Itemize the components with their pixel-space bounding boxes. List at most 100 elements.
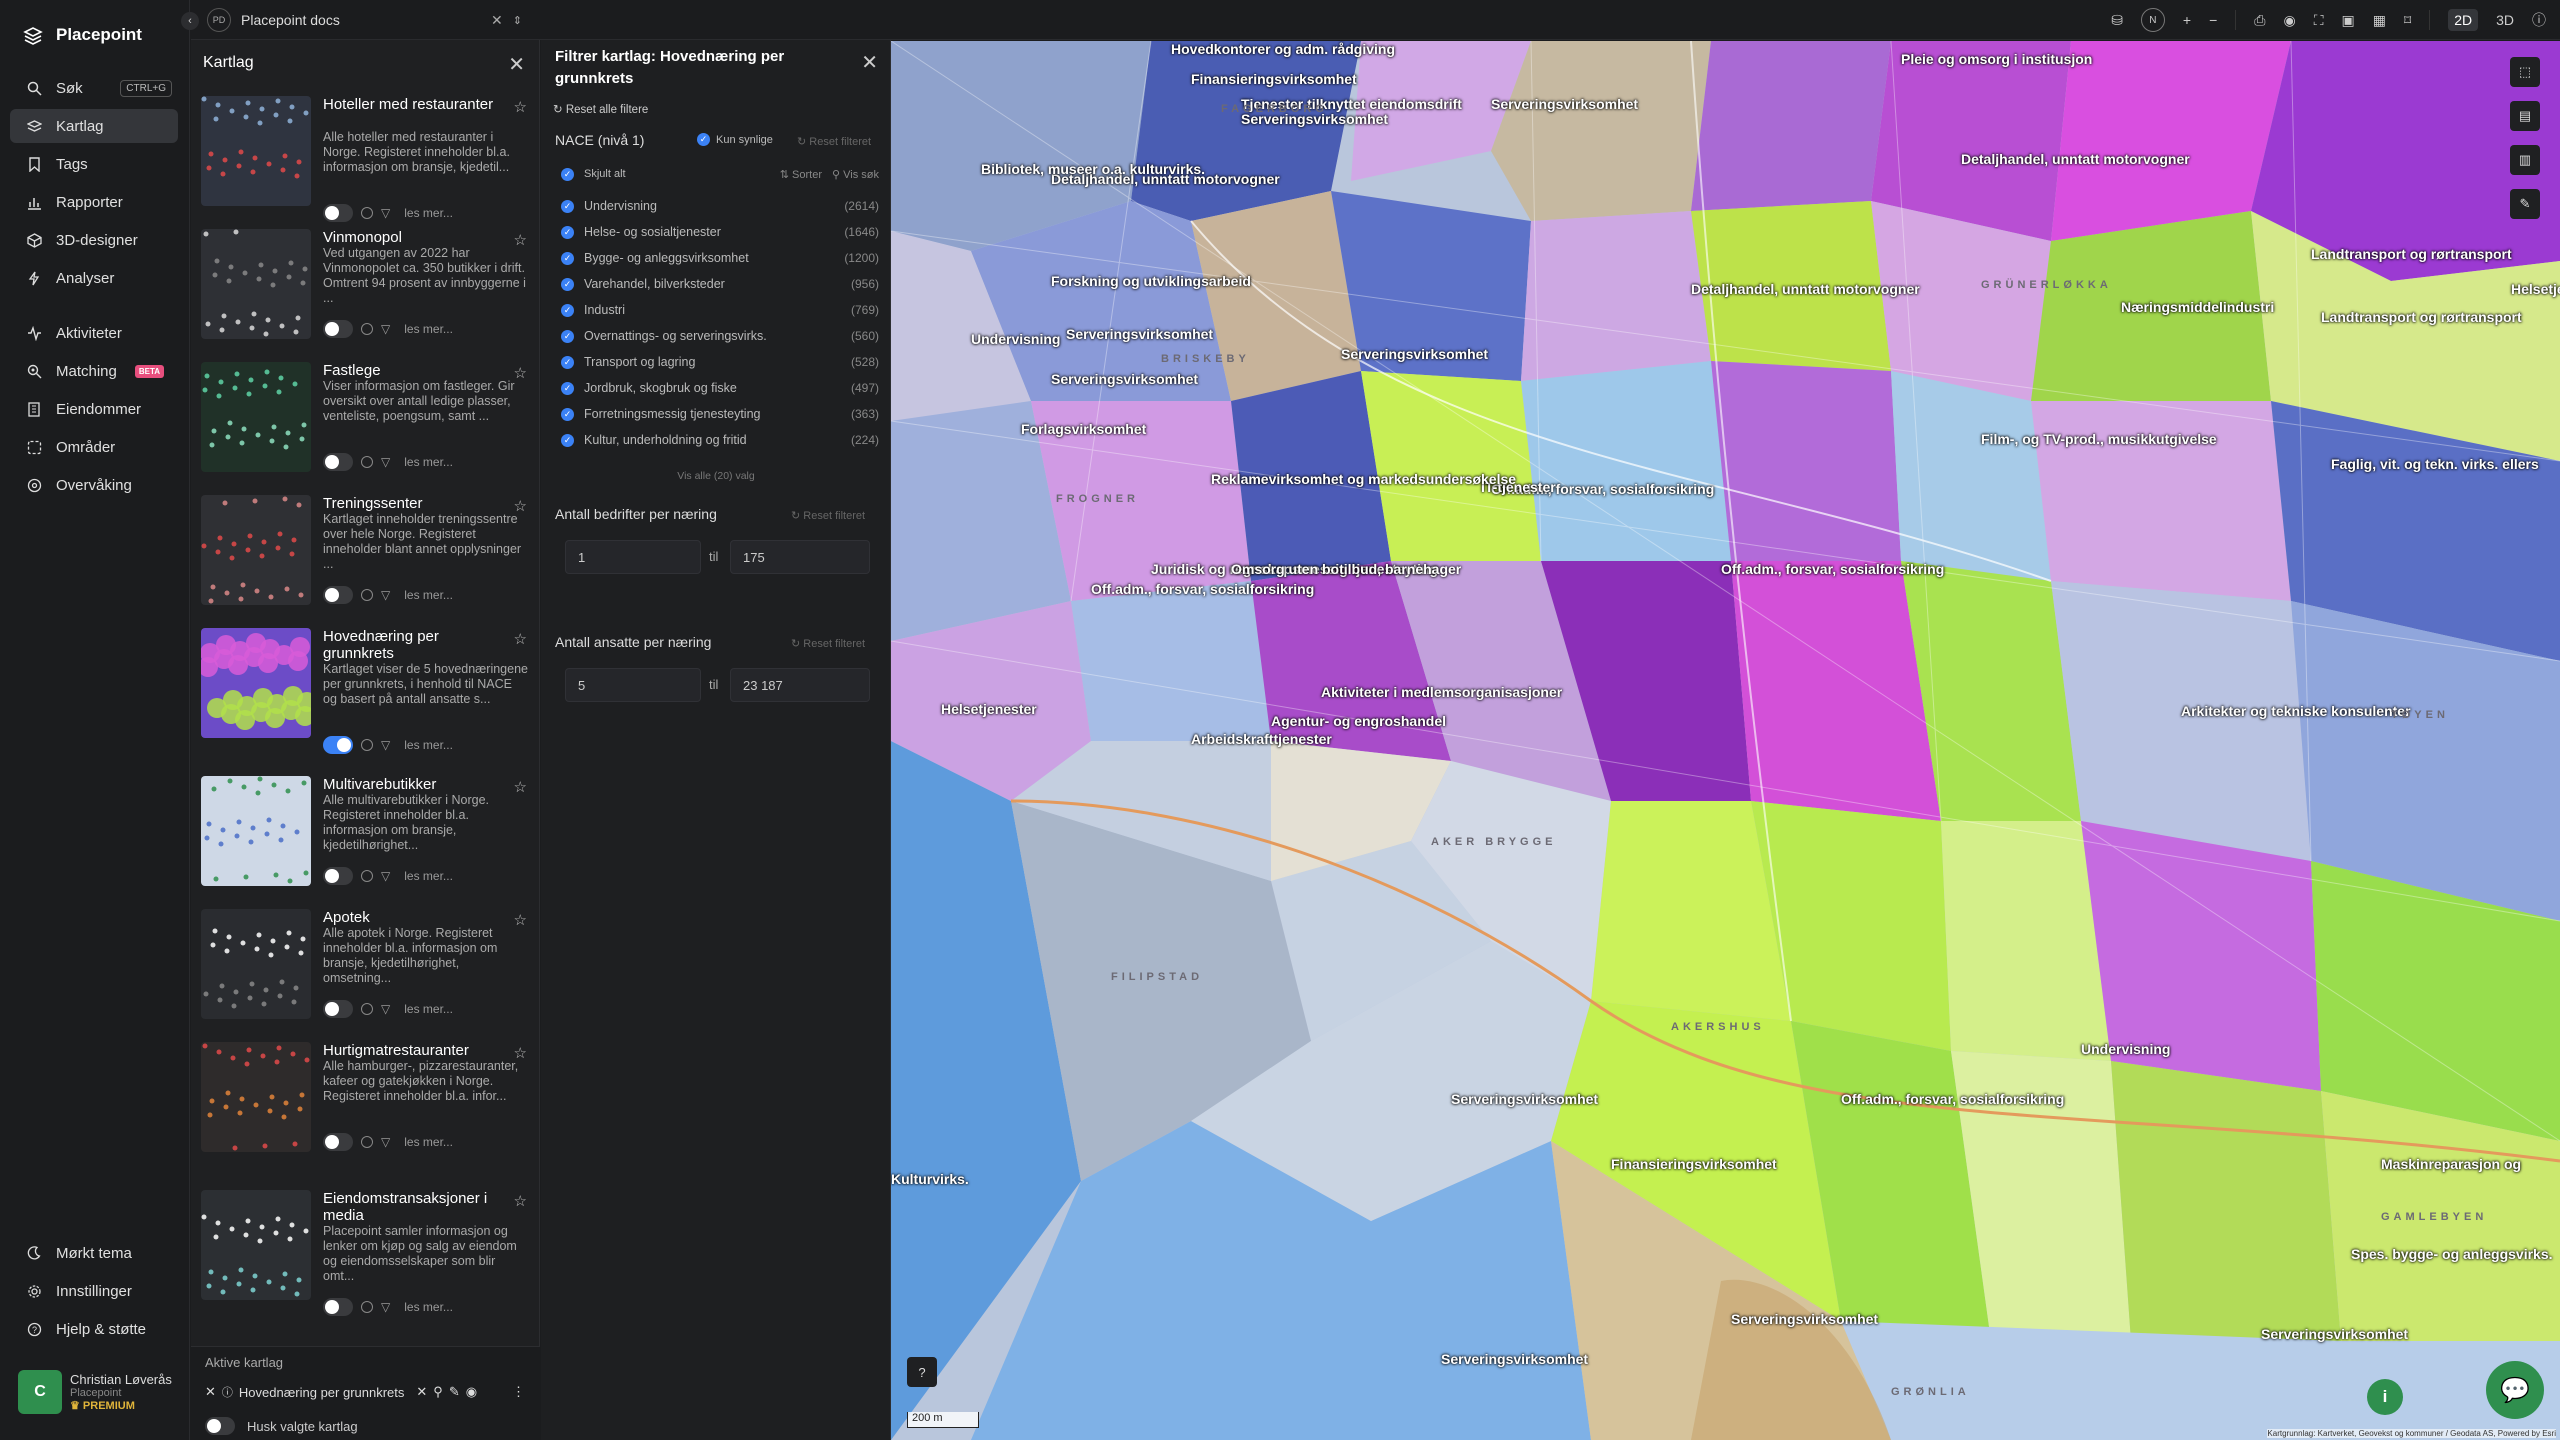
layer-toggle[interactable] [323, 204, 353, 222]
filter-icon[interactable]: ▽ [381, 1135, 390, 1149]
nace-option[interactable]: ✓ Helse- og sosialtjenester (1646) [561, 220, 879, 244]
nav-item-search[interactable]: Søk CTRL+G [10, 71, 178, 105]
nace-option[interactable]: ✓ Forretningsmessig tjenesteyting (363) [561, 402, 879, 426]
layers-map-icon[interactable]: ⬚ [2510, 57, 2540, 87]
layer-thumbnail[interactable] [201, 1190, 311, 1300]
info-fab[interactable]: i [2367, 1379, 2403, 1415]
nace-option[interactable]: ✓ Bygge- og anleggsvirksomhet (1200) [561, 246, 879, 270]
nav-item-tags[interactable]: Tags [10, 147, 178, 181]
nace-option[interactable]: ✓ Overnattings- og serveringsvirks. (560) [561, 324, 879, 348]
companies-from-input[interactable]: 1 [565, 540, 701, 574]
read-more-link[interactable]: les mer... [404, 1002, 453, 1016]
read-more-link[interactable]: les mer... [404, 206, 453, 220]
read-more-link[interactable]: les mer... [404, 1135, 453, 1149]
layer-toggle[interactable] [323, 586, 353, 604]
layer-thumbnail[interactable] [201, 776, 311, 886]
star-icon[interactable]: ☆ [514, 98, 527, 116]
employees-from-input[interactable]: 5 [565, 668, 701, 702]
star-icon[interactable]: ☆ [514, 1192, 527, 1210]
close-icon[interactable]: ✕ [861, 50, 878, 75]
close-icon[interactable]: ✕ [508, 52, 525, 77]
read-more-link[interactable]: les mer... [404, 1300, 453, 1314]
filter-icon[interactable]: ▽ [381, 455, 390, 469]
layer-toggle[interactable] [323, 320, 353, 338]
filter-icon[interactable]: ▽ [381, 869, 390, 883]
layer-thumbnail[interactable] [201, 628, 311, 738]
filter-icon[interactable]: ▽ [381, 1300, 390, 1314]
read-more-link[interactable]: les mer... [404, 588, 453, 602]
info-icon[interactable] [361, 1136, 373, 1148]
print-icon[interactable]: ⎙ [2254, 12, 2265, 29]
edit-icon[interactable]: ✎ [449, 1384, 460, 1400]
close-icon[interactable]: ✕ [205, 1384, 216, 1400]
filter-icon[interactable]: ▽ [381, 738, 390, 752]
read-more-link[interactable]: les mer... [404, 869, 453, 883]
nace-option[interactable]: ✓ Industri (769) [561, 298, 879, 322]
show-all-button[interactable]: Vis alle (20) valg [541, 470, 891, 482]
draw-icon[interactable]: ✎ [2510, 189, 2540, 219]
collapse-nav-icon[interactable]: ‹ [181, 12, 199, 30]
nav-item-kartlag[interactable]: Kartlag [10, 109, 178, 143]
zoom-in-icon[interactable]: + [2183, 12, 2191, 28]
measure-icon[interactable]: ▤ [2510, 101, 2540, 131]
info-icon[interactable] [361, 1003, 373, 1015]
reset-all-button[interactable]: ↻ Reset alle filtere [553, 102, 648, 116]
info-icon[interactable] [361, 739, 373, 751]
compass-button[interactable]: N [2140, 8, 2165, 32]
visibility-icon[interactable]: ◉ [466, 1384, 477, 1400]
camera-icon[interactable]: ▣ [2342, 12, 2355, 29]
nace-option[interactable]: ✓ Jordbruk, skogbruk og fiske (497) [561, 376, 879, 400]
star-icon[interactable]: ☆ [514, 231, 527, 249]
info-icon[interactable]: ⓘ [222, 1384, 233, 1400]
eye-icon[interactable]: ◉ [2284, 12, 2296, 29]
mode-2d-button[interactable]: 2D [2448, 9, 2479, 31]
layer-thumbnail[interactable] [201, 1042, 311, 1152]
fullscreen-icon[interactable]: ⛶ [2314, 12, 2324, 29]
layer-toggle[interactable] [323, 1133, 353, 1151]
reset-filter-button[interactable]: ↻ Reset filteret [791, 509, 865, 522]
employees-to-input[interactable]: 23 187 [730, 668, 870, 702]
more-icon[interactable]: ⋮ [512, 1384, 525, 1400]
nav-item-dark-theme[interactable]: Mørkt tema [10, 1236, 178, 1270]
bookmark-toolbar-icon[interactable]: ⌑ [2404, 12, 2411, 29]
star-icon[interactable]: ☆ [514, 911, 527, 929]
chart-map-icon[interactable]: ▥ [2510, 145, 2540, 175]
star-icon[interactable]: ☆ [514, 630, 527, 648]
layer-thumbnail[interactable] [201, 96, 311, 206]
nav-item-help[interactable]: ? Hjelp & støtte [10, 1312, 178, 1346]
sort-button[interactable]: ⇅ Sorter [780, 168, 822, 181]
map-canvas[interactable]: Hovedkontorer og adm. rådgiving Finansier… [891, 41, 2560, 1440]
filter-icon[interactable]: ▽ [381, 588, 390, 602]
nav-item-omrader[interactable]: Områder [10, 430, 178, 464]
help-map-icon[interactable]: ? [907, 1357, 937, 1387]
brand[interactable]: Placepoint [22, 20, 142, 50]
info-icon[interactable] [361, 1301, 373, 1313]
grid-icon[interactable]: ▦ [2373, 12, 2386, 29]
layer-thumbnail[interactable] [201, 362, 311, 472]
chevron-updown-icon[interactable]: ⇕ [513, 14, 522, 27]
read-more-link[interactable]: les mer... [404, 455, 453, 469]
layer-thumbnail[interactable] [201, 229, 311, 339]
mode-3d-button[interactable]: 3D [2496, 12, 2514, 28]
clear-icon[interactable]: ✕ [491, 12, 503, 29]
filter-icon[interactable]: ▽ [381, 322, 390, 336]
layer-toggle[interactable] [323, 1000, 353, 1018]
info-icon[interactable] [361, 456, 373, 468]
nav-item-eiendommer[interactable]: Eiendommer [10, 392, 178, 426]
info-icon[interactable] [361, 589, 373, 601]
show-search-button[interactable]: ⚲ Vis søk [832, 168, 879, 181]
nace-option[interactable]: ✓ Transport og lagring (528) [561, 350, 879, 374]
layer-thumbnail[interactable] [201, 495, 311, 605]
star-icon[interactable]: ☆ [514, 778, 527, 796]
nace-option[interactable]: ✓ Varehandel, bilverksteder (956) [561, 272, 879, 296]
reset-filter-button[interactable]: ↻ Reset filteret [791, 637, 865, 650]
info-icon[interactable] [361, 870, 373, 882]
filter-icon[interactable]: ▽ [381, 206, 390, 220]
zoom-out-icon[interactable]: − [2209, 12, 2217, 28]
remove-icon[interactable]: ✕ [416, 1384, 427, 1400]
layer-toggle[interactable] [323, 867, 353, 885]
filter-icon[interactable]: ▽ [381, 1002, 390, 1016]
only-visible-toggle[interactable]: ✓ Kun synlige [697, 133, 773, 146]
filter-icon[interactable]: ⚲ [433, 1384, 443, 1400]
info-icon[interactable] [361, 323, 373, 335]
